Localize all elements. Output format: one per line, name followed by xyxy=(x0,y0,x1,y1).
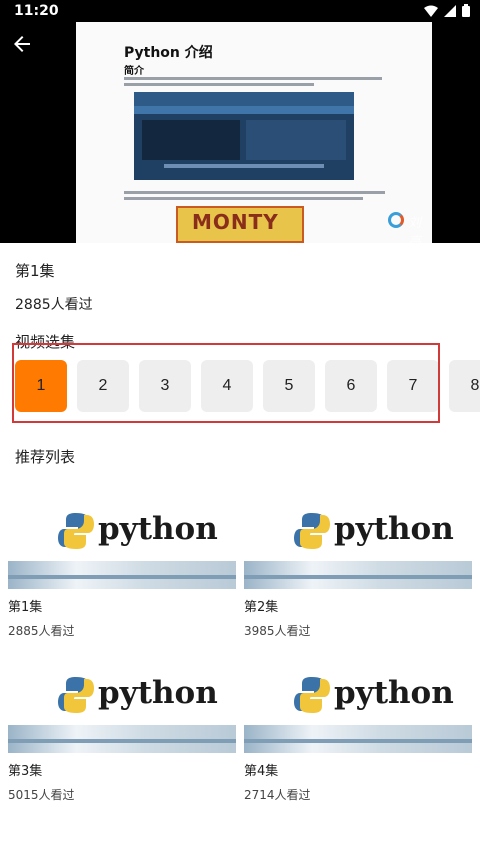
card-views: 2714人看过 xyxy=(244,788,311,802)
watermark-logo-icon xyxy=(388,212,404,228)
thumbnail-text: python xyxy=(334,675,454,711)
episode-views: 2885人看过 xyxy=(15,297,93,313)
video-watermark: 刘亭墨·石科问号 xyxy=(408,216,422,243)
recommend-thumbnail: python xyxy=(244,655,472,753)
status-bar: 11:20 xyxy=(0,0,480,22)
highlight-frame xyxy=(12,343,440,423)
status-icons xyxy=(424,4,470,17)
battery-icon xyxy=(462,4,470,17)
card-views: 2885人看过 xyxy=(8,624,75,638)
recommend-thumbnail: python xyxy=(8,655,236,753)
recommend-card-2[interactable]: python 第2集 3985人看过 xyxy=(244,491,472,641)
card-views: 5015人看过 xyxy=(8,788,75,802)
slide-paragraph-2 xyxy=(124,188,396,206)
wifi-icon xyxy=(424,5,438,17)
recommend-thumbnail: python xyxy=(8,491,236,589)
recommend-card-3[interactable]: python 第3集 5015人看过 xyxy=(8,655,236,805)
card-title: 第2集 xyxy=(244,600,279,615)
back-arrow-icon[interactable] xyxy=(10,32,34,56)
recommend-card-4[interactable]: python 第4集 2714人看过 xyxy=(244,655,472,805)
recommend-thumbnail: python xyxy=(244,491,472,589)
card-title: 第1集 xyxy=(8,600,43,615)
python-logo-icon xyxy=(294,677,330,713)
status-time: 11:20 xyxy=(14,3,59,19)
card-views: 3985人看过 xyxy=(244,624,311,638)
monty-banner-text: MONTY xyxy=(192,210,279,234)
card-title: 第3集 xyxy=(8,764,43,779)
signal-icon xyxy=(444,4,456,17)
python-logo-icon xyxy=(58,513,94,549)
python-logo-icon xyxy=(294,513,330,549)
slide-title: Python 介绍 xyxy=(124,45,213,61)
thumbnail-text: python xyxy=(98,511,218,547)
video-frame: Python 介绍 简介 MONTY 刘亭墨·石科问号 xyxy=(76,22,432,243)
recommend-label: 推荐列表 xyxy=(15,448,76,466)
python-logo-icon xyxy=(58,677,94,713)
video-player[interactable]: Python 介绍 简介 MONTY 刘亭墨·石科问号 xyxy=(0,22,480,243)
slide-website-screenshot xyxy=(134,92,354,180)
slide-paragraph xyxy=(124,74,396,92)
episode-title: 第1集 xyxy=(15,262,55,280)
thumbnail-text: python xyxy=(334,511,454,547)
episode-button-8[interactable]: 8 xyxy=(449,360,480,412)
monty-python-banner: MONTY xyxy=(176,206,304,243)
thumbnail-text: python xyxy=(98,675,218,711)
recommend-card-1[interactable]: python 第1集 2885人看过 xyxy=(8,491,236,641)
card-title: 第4集 xyxy=(244,764,279,779)
